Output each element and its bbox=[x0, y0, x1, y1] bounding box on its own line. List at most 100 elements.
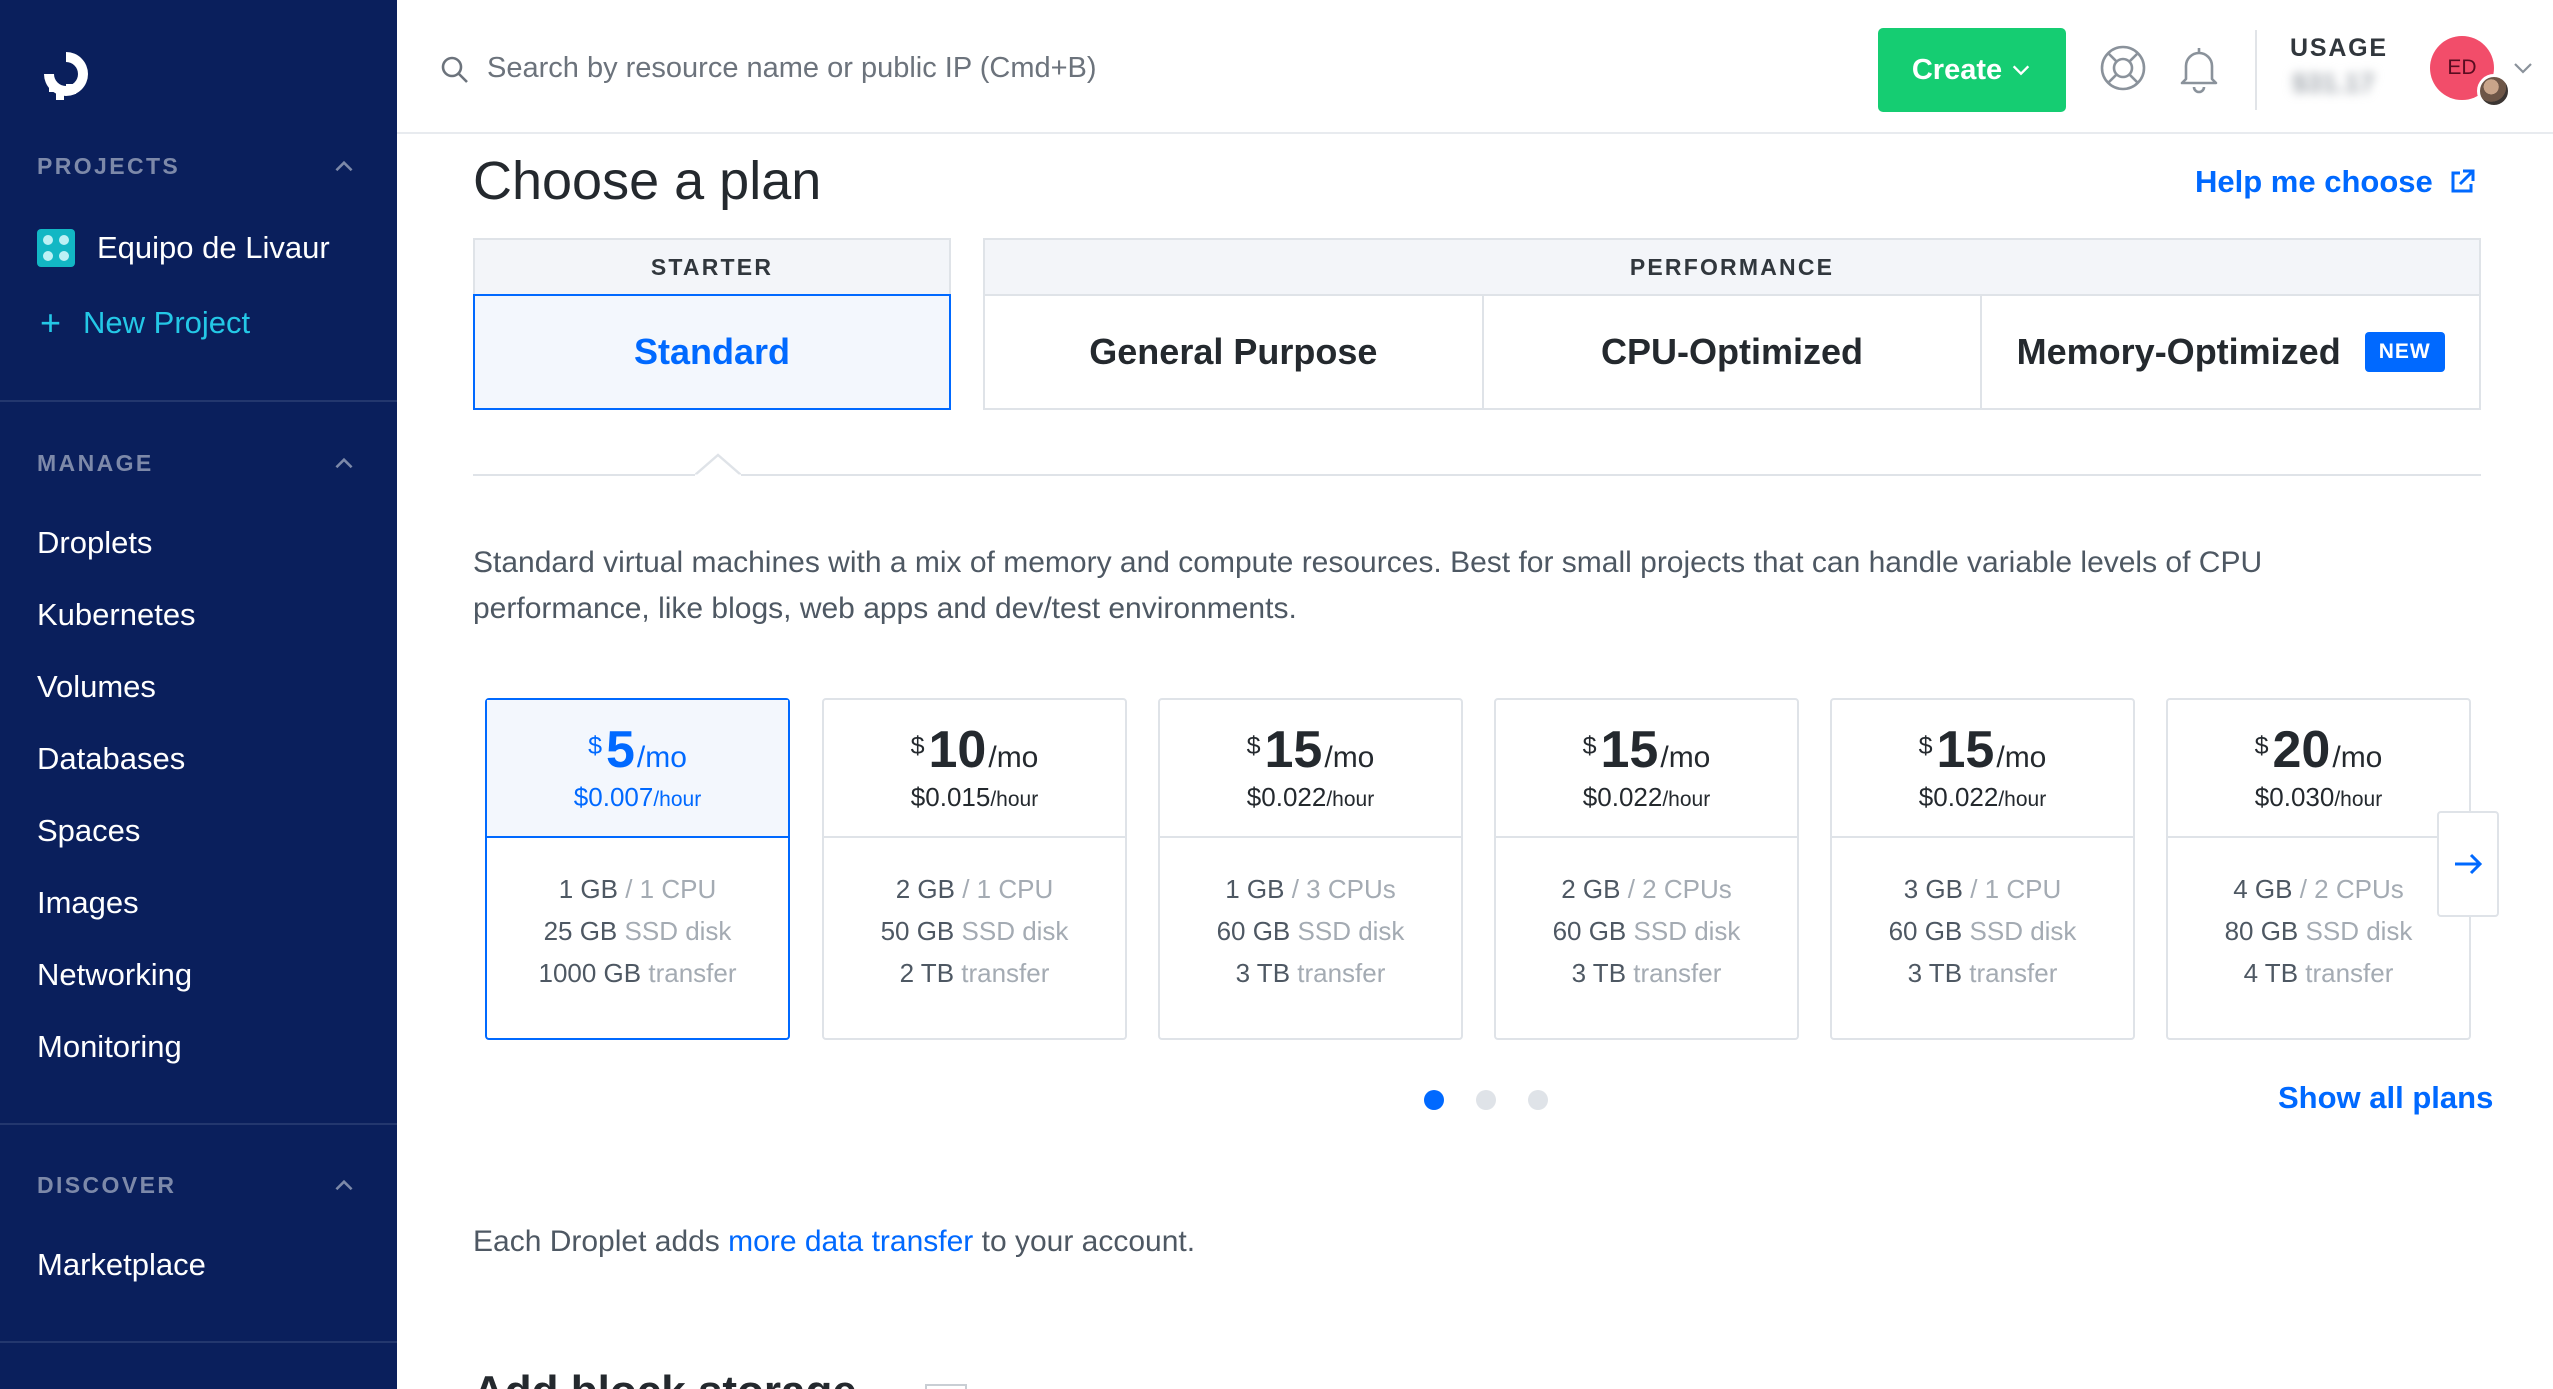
plan-price-amount: 15 bbox=[1600, 720, 1659, 779]
plan-disk-unit: SSD disk bbox=[1626, 916, 1741, 946]
new-badge: NEW bbox=[2364, 332, 2445, 372]
usage-label[interactable]: USAGE bbox=[2290, 34, 2388, 63]
plan-hour-unit: /hour bbox=[990, 787, 1039, 811]
plan-hourly: $0.022 bbox=[1582, 781, 1663, 812]
discover-section-header[interactable]: DISCOVER bbox=[37, 1172, 357, 1199]
create-button[interactable]: Create bbox=[1878, 28, 2066, 112]
plan-card[interactable]: $15/mo $0.022/hour 2 GB / 2 CPUs 60 GB S… bbox=[1494, 698, 1799, 1040]
plan-transfer: 4 TB bbox=[2243, 958, 2299, 988]
plan-transfer: 1000 GB bbox=[538, 958, 642, 988]
plan-price-amount: 10 bbox=[928, 720, 987, 779]
plan-hour-unit: /hour bbox=[2334, 787, 2383, 811]
discover-heading: DISCOVER bbox=[37, 1172, 177, 1198]
pagination-dot[interactable] bbox=[1424, 1090, 1444, 1110]
sidebar-item-marketplace[interactable]: Marketplace bbox=[37, 1247, 206, 1283]
plan-cards: $5/mo $0.007/hour 1 GB / 1 CPU 25 GB SSD… bbox=[485, 698, 2475, 1040]
sidebar-item-networking[interactable]: Networking bbox=[37, 957, 192, 993]
chevron-down-icon bbox=[2012, 65, 2030, 76]
tab-standard[interactable]: Standard bbox=[473, 294, 951, 410]
starter-heading: STARTER bbox=[475, 240, 949, 296]
search-input[interactable] bbox=[487, 44, 1387, 92]
sidebar-item-images[interactable]: Images bbox=[37, 885, 139, 921]
new-project-label: New Project bbox=[83, 305, 251, 340]
plan-price: $5/mo $0.007/hour bbox=[487, 700, 788, 838]
performance-heading: PERFORMANCE bbox=[985, 240, 2479, 296]
chevron-down-icon[interactable] bbox=[2511, 56, 2535, 80]
plan-disk-unit: SSD disk bbox=[1962, 916, 2077, 946]
chevron-up-icon[interactable] bbox=[331, 451, 357, 477]
tab-standard-label: Standard bbox=[633, 331, 791, 372]
tab-indicator-notch bbox=[695, 453, 741, 477]
plan-card[interactable]: $15/mo $0.022/hour 1 GB / 3 CPUs 60 GB S… bbox=[1158, 698, 1463, 1040]
plan-cpu: / 1 CPU bbox=[618, 874, 717, 904]
page-title: Choose a plan bbox=[473, 151, 822, 211]
plan-cpu: / 2 CPUs bbox=[2292, 874, 2404, 904]
bell-icon[interactable] bbox=[2173, 42, 2225, 94]
next-section-title: Add block storage bbox=[473, 1370, 857, 1389]
top-bar: Create USAGE $31.17 ED bbox=[397, 0, 2553, 134]
plan-specs: 2 GB / 2 CPUs 60 GB SSD disk 3 TB transf… bbox=[1496, 838, 1797, 994]
tab-general-purpose-label: General Purpose bbox=[1089, 331, 1378, 372]
new-project-link[interactable]: + New Project bbox=[40, 305, 250, 341]
sidebar-item-spaces[interactable]: Spaces bbox=[37, 813, 140, 849]
plan-price-period: /mo bbox=[1660, 740, 1711, 774]
manage-section-header[interactable]: MANAGE bbox=[37, 450, 357, 477]
plan-specs: 1 GB / 1 CPU 25 GB SSD disk 1000 GB tran… bbox=[487, 838, 788, 994]
manage-heading: MANAGE bbox=[37, 450, 154, 476]
help-lifebuoy-icon[interactable] bbox=[2097, 42, 2149, 94]
plan-transfer-unit: transfer bbox=[1962, 958, 2058, 988]
plan-hourly: $0.022 bbox=[1246, 781, 1327, 812]
plan-cpu: / 3 CPUs bbox=[1284, 874, 1396, 904]
chevron-up-icon[interactable] bbox=[331, 154, 357, 180]
sidebar-item-databases[interactable]: Databases bbox=[37, 741, 185, 777]
plan-price-amount: 20 bbox=[2272, 720, 2331, 779]
sidebar-item-monitoring[interactable]: Monitoring bbox=[37, 1029, 182, 1065]
plan-price-period: /mo bbox=[2332, 740, 2383, 774]
help-me-choose-link[interactable]: Help me choose bbox=[2195, 164, 2477, 200]
plan-transfer: 3 TB bbox=[1907, 958, 1963, 988]
plan-disk: 60 GB bbox=[1216, 916, 1291, 946]
tab-general-purpose[interactable]: General Purpose bbox=[985, 296, 1482, 408]
tab-memory-optimized[interactable]: Memory-Optimized NEW bbox=[1980, 296, 2479, 408]
plan-disk: 80 GB bbox=[2224, 916, 2299, 946]
plan-price-amount: 15 bbox=[1264, 720, 1323, 779]
sidebar-item-droplets[interactable]: Droplets bbox=[37, 525, 152, 561]
help-link-label: Help me choose bbox=[2195, 164, 2433, 199]
more-data-transfer-link[interactable]: more data transfer bbox=[728, 1225, 973, 1258]
chevron-up-icon[interactable] bbox=[331, 1173, 357, 1199]
project-name: Equipo de Livaur bbox=[97, 230, 330, 265]
plan-card[interactable]: $20/mo $0.030/hour 4 GB / 2 CPUs 80 GB S… bbox=[2166, 698, 2471, 1040]
projects-section-header[interactable]: PROJECTS bbox=[37, 153, 357, 180]
tab-cpu-optimized[interactable]: CPU-Optimized bbox=[1481, 296, 1981, 408]
show-all-plans-link[interactable]: Show all plans bbox=[2278, 1080, 2493, 1116]
pagination-dot[interactable] bbox=[1528, 1090, 1548, 1110]
starter-plan-group: STARTER Standard bbox=[473, 238, 951, 410]
plan-specs: 3 GB / 1 CPU 60 GB SSD disk 3 TB transfe… bbox=[1832, 838, 2133, 994]
arrow-right-icon bbox=[2455, 853, 2483, 875]
pagination-dot[interactable] bbox=[1476, 1090, 1496, 1110]
sidebar-project-item[interactable]: Equipo de Livaur bbox=[37, 229, 330, 267]
plan-card[interactable]: $5/mo $0.007/hour 1 GB / 1 CPU 25 GB SSD… bbox=[485, 698, 790, 1040]
plan-memory: 2 GB bbox=[1561, 874, 1621, 904]
plan-hourly: $0.007 bbox=[573, 781, 654, 812]
plan-memory: 4 GB bbox=[2233, 874, 2293, 904]
next-section-toggle[interactable] bbox=[925, 1384, 967, 1389]
plan-currency: $ bbox=[1582, 731, 1597, 760]
tab-indicator-line bbox=[473, 474, 2481, 476]
plan-disk-unit: SSD disk bbox=[954, 916, 1069, 946]
logo-icon[interactable] bbox=[36, 44, 96, 106]
plan-currency: $ bbox=[2254, 731, 2269, 760]
sidebar-item-volumes[interactable]: Volumes bbox=[37, 669, 156, 705]
sidebar-divider bbox=[0, 400, 397, 402]
plan-transfer: 3 TB bbox=[1235, 958, 1291, 988]
plan-card[interactable]: $10/mo $0.015/hour 2 GB / 1 CPU 50 GB SS… bbox=[822, 698, 1127, 1040]
external-link-icon bbox=[2451, 169, 2475, 193]
next-plans-button[interactable] bbox=[2437, 811, 2499, 917]
plan-transfer-unit: transfer bbox=[954, 958, 1050, 988]
plan-price-amount: 5 bbox=[605, 720, 635, 779]
sidebar-item-kubernetes[interactable]: Kubernetes bbox=[37, 597, 196, 633]
plan-specs: 1 GB / 3 CPUs 60 GB SSD disk 3 TB transf… bbox=[1160, 838, 1461, 994]
plan-hour-unit: /hour bbox=[1662, 787, 1711, 811]
transfer-note-after: to your account. bbox=[973, 1225, 1196, 1258]
plan-card[interactable]: $15/mo $0.022/hour 3 GB / 1 CPU 60 GB SS… bbox=[1830, 698, 2135, 1040]
